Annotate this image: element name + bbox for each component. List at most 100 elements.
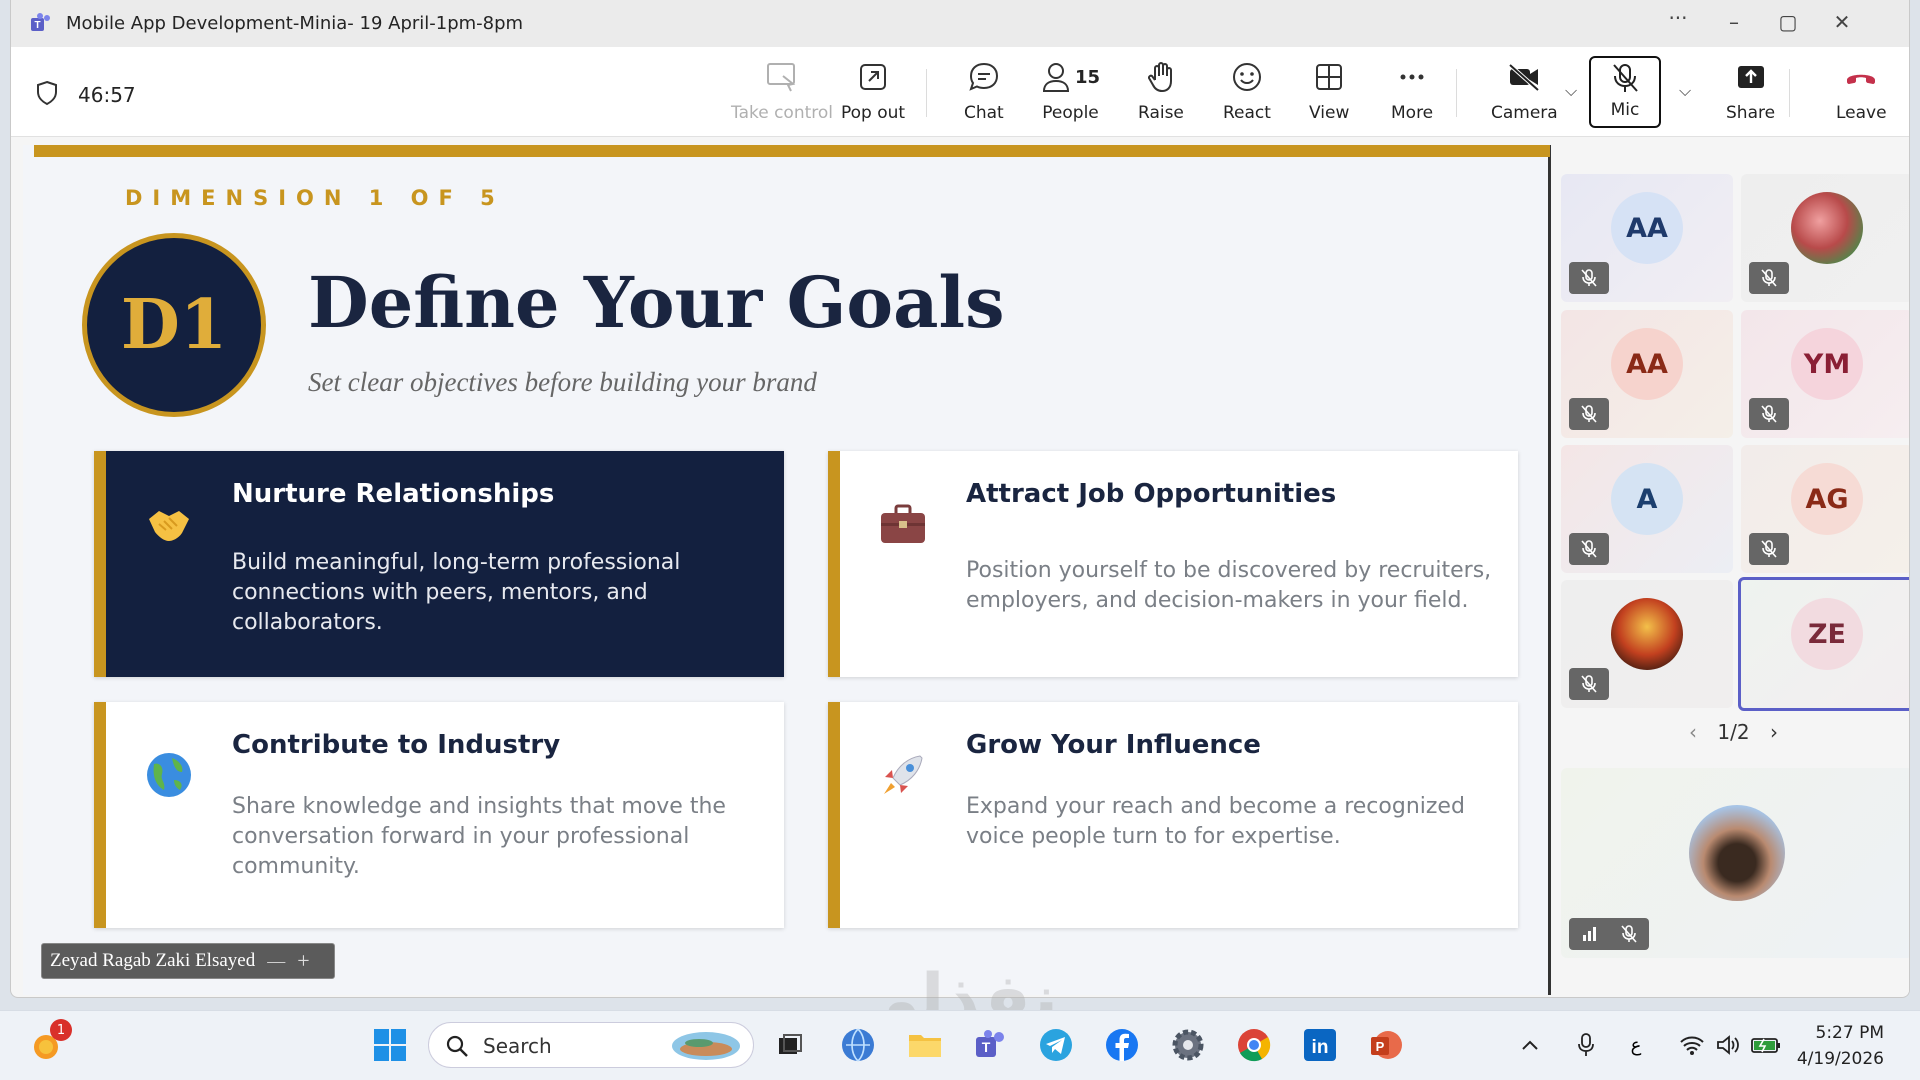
participant-tile-self[interactable]: ZE: [1738, 577, 1909, 711]
close-button[interactable]: ✕: [1827, 10, 1857, 34]
window-title: Mobile App Development-Minia- 19 April-1…: [66, 13, 524, 34]
browser-icon[interactable]: [838, 1025, 878, 1065]
presenter-audio-status: [1569, 918, 1649, 950]
zoom-in-button[interactable]: +: [297, 948, 309, 974]
card-description: Expand your reach and become a recognize…: [966, 794, 1465, 849]
file-explorer-icon[interactable]: [905, 1025, 945, 1065]
card-nurture-relationships: Nurture Relationships Build meaningful, …: [94, 451, 784, 677]
card-contribute-to-industry: Contribute to Industry Share knowledge a…: [94, 702, 784, 928]
wifi-icon[interactable]: [1672, 1025, 1712, 1065]
chrome-icon[interactable]: [1234, 1025, 1274, 1065]
muted-mic-icon: [1749, 262, 1789, 294]
view-button[interactable]: View: [1309, 57, 1349, 129]
chat-icon: [969, 62, 998, 91]
slide-accent-bar: [34, 145, 1550, 157]
react-label: React: [1223, 103, 1271, 123]
mic-options-chevron-icon[interactable]: ⌵: [1679, 81, 1691, 101]
participant-tile[interactable]: [1741, 174, 1909, 302]
start-button[interactable]: [370, 1025, 410, 1065]
participant-tile[interactable]: AA: [1561, 174, 1733, 302]
battery-charging-icon[interactable]: [1746, 1025, 1786, 1065]
muted-mic-icon: [1569, 668, 1609, 700]
meeting-timer: 46:57: [78, 83, 136, 107]
view-grid-icon: [1316, 64, 1343, 90]
view-label: View: [1309, 103, 1350, 123]
participant-tile[interactable]: AG: [1741, 445, 1909, 573]
card-title: Grow Your Influence: [966, 730, 1261, 760]
take-control-label: Take control: [731, 103, 834, 123]
more-label: More: [1391, 103, 1434, 123]
linkedin-icon[interactable]: in: [1300, 1025, 1340, 1065]
page-indicator: 1/2: [1717, 720, 1750, 744]
presenter-tile[interactable]: [1561, 768, 1909, 958]
participant-tile[interactable]: [1561, 580, 1733, 708]
svg-text:P: P: [1376, 1039, 1385, 1054]
next-page-icon[interactable]: ›: [1770, 720, 1778, 744]
facebook-icon[interactable]: [1102, 1025, 1142, 1065]
minimize-button[interactable]: –: [1719, 10, 1749, 34]
muted-mic-icon: [1569, 533, 1609, 565]
powerpoint-icon[interactable]: P: [1366, 1025, 1406, 1065]
chat-button[interactable]: Chat: [964, 57, 1004, 129]
people-icon: [1042, 63, 1070, 92]
previous-page-icon[interactable]: ‹: [1689, 720, 1697, 744]
show-hidden-icons-chevron-icon[interactable]: [1510, 1025, 1550, 1065]
mic-label: Mic: [1610, 100, 1640, 120]
volume-icon[interactable]: [1708, 1025, 1748, 1065]
taskbar-search-box[interactable]: Search: [428, 1022, 754, 1068]
participant-tile[interactable]: YM: [1741, 310, 1909, 438]
presenter-name: Zeyad Ragab Zaki Elsayed: [50, 950, 256, 971]
maximize-button[interactable]: ▢: [1773, 10, 1803, 34]
task-view-icon[interactable]: [770, 1025, 810, 1065]
gallery-pager: ‹ 1/2 ›: [1556, 720, 1909, 744]
card-description: Position yourself to be discovered by re…: [966, 558, 1492, 613]
toolbar-divider: [1456, 69, 1457, 117]
input-language-indicator[interactable]: ع: [1616, 1025, 1656, 1065]
take-control-button[interactable]: Take control: [731, 57, 833, 129]
leave-label: Leave: [1836, 103, 1887, 123]
card-title: Contribute to Industry: [232, 730, 561, 760]
more-options-icon[interactable]: ···: [1663, 6, 1693, 30]
card-title: Nurture Relationships: [232, 479, 555, 509]
mic-button[interactable]: Mic: [1589, 56, 1661, 128]
pop-out-button[interactable]: Pop out: [841, 57, 905, 129]
globe-icon: [147, 753, 191, 797]
settings-gear-icon[interactable]: [1168, 1025, 1208, 1065]
rocket-icon: [884, 755, 923, 794]
svg-text:T: T: [34, 20, 40, 31]
card-title: Attract Job Opportunities: [966, 479, 1337, 509]
raise-label: Raise: [1138, 103, 1184, 123]
camera-options-chevron-icon[interactable]: ⌵: [1565, 81, 1577, 101]
share-screen-icon: [1737, 66, 1764, 88]
shield-icon: [37, 80, 57, 106]
react-button[interactable]: React: [1223, 57, 1271, 129]
avatar: AA: [1611, 328, 1683, 400]
telegram-icon[interactable]: [1036, 1025, 1076, 1065]
participant-tile[interactable]: AA: [1561, 310, 1733, 438]
svg-text:in: in: [1312, 1037, 1329, 1058]
clock[interactable]: 5:27 PM 4/19/2026: [1797, 1020, 1884, 1072]
zoom-out-button[interactable]: —: [267, 951, 285, 972]
signal-bars-icon: [1582, 927, 1596, 941]
more-icon: [1400, 74, 1424, 80]
leave-button[interactable]: Leave: [1836, 57, 1887, 129]
raise-hand-button[interactable]: Raise: [1138, 57, 1184, 129]
svg-text:T: T: [982, 1039, 991, 1055]
participant-tile[interactable]: A: [1561, 445, 1733, 573]
avatar: AA: [1611, 192, 1683, 264]
more-button[interactable]: More: [1391, 57, 1433, 129]
teams-taskbar-icon[interactable]: T: [970, 1025, 1010, 1065]
share-button[interactable]: Share: [1726, 57, 1775, 129]
toolbar-divider: [926, 69, 927, 117]
avatar: YM: [1791, 328, 1863, 400]
weather-widget-icon[interactable]: 1: [28, 1019, 72, 1065]
camera-label: Camera: [1491, 103, 1558, 123]
people-button[interactable]: 15 People: [1041, 57, 1100, 129]
windows-logo-icon: [374, 1029, 406, 1061]
teams-window: T Mobile App Development-Minia- 19 April…: [10, 0, 1910, 998]
microphone-tray-icon[interactable]: [1566, 1025, 1606, 1065]
handshake-icon: [149, 511, 189, 541]
card-description: Share knowledge and insights that move t…: [232, 794, 726, 879]
camera-button[interactable]: Camera: [1491, 57, 1558, 129]
search-highlight-image: [672, 1032, 740, 1060]
